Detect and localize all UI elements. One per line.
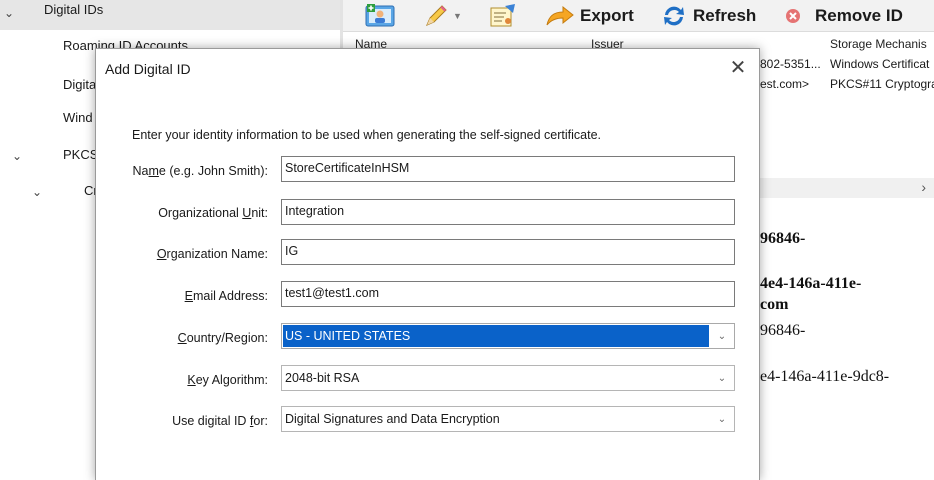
list-cell-issuer: 802-5351... [760,57,821,71]
country-select[interactable]: US - UNITED STATES ⌄ [281,323,735,349]
key-algorithm-value: 2048-bit RSA [285,371,360,385]
email-field[interactable]: test1@test1.com [281,281,735,307]
tree-item-label: Digita [63,77,97,92]
tree-item-label: Wind [63,110,93,125]
org-name-field[interactable]: IG [281,239,735,265]
name-field[interactable]: StoreCertificateInHSM [281,156,735,182]
detail-text: com [760,296,789,313]
detail-text: 96846- [760,230,806,247]
chevron-down-icon[interactable]: ⌄ [4,6,14,20]
remove-id-button[interactable]: Remove ID [783,0,903,32]
chevron-down-icon[interactable]: ⌄ [710,407,734,431]
list-cell-storage: PKCS#11 Cryptogra [830,77,934,91]
detail-text: 4e4-146a-411e- [760,275,862,292]
toolbar: ▼ Export Refresh Remove ID [343,0,934,32]
refresh-label: Refresh [693,6,757,25]
country-label: Country/Region: [177,331,268,345]
tree-item-label: PKCS [63,147,99,162]
remove-id-label: Remove ID [815,6,903,25]
chevron-down-icon[interactable]: ⌄ [710,366,734,390]
org-unit-field[interactable]: Integration [281,199,735,225]
certificate-icon [488,3,518,29]
close-icon[interactable]: ✕ [727,55,749,79]
country-value: US - UNITED STATES [285,329,411,343]
use-for-label: Use digital ID for: [172,414,268,428]
tree-item-digital-ids[interactable]: ⌄ Digital IDs [0,0,340,30]
key-algorithm-select[interactable]: 2048-bit RSA ⌄ [281,365,735,391]
add-id-icon [365,4,395,28]
dialog-title: Add Digital ID [105,61,191,77]
certificate-details-button[interactable] [488,0,518,32]
edit-id-button[interactable]: ▼ [423,0,462,32]
org-name-label: Organization Name: [156,247,268,261]
key-algorithm-label: Key Algorithm: [187,373,268,387]
org-unit-label: Organizational Unit: [158,206,268,220]
list-cell-issuer: est.com> [760,77,810,91]
dialog-instructions: Enter your identity information to be us… [132,128,602,142]
chevron-down-icon[interactable]: ⌄ [710,324,734,348]
refresh-button[interactable]: Refresh [661,0,756,32]
dropdown-arrow-icon[interactable]: ▼ [453,11,462,21]
detail-text: e4-146a-411e-9dc8- [760,368,890,385]
chevron-down-icon[interactable]: ⌄ [12,149,22,163]
list-cell-storage: Windows Certificat [830,57,930,71]
add-digital-id-dialog: Add Digital ID ✕ Enter your identity inf… [95,48,760,480]
add-id-button[interactable] [365,0,395,32]
tree-item-label: Digital IDs [44,2,104,17]
detail-text: 96846- [760,322,806,339]
name-label: Name (e.g. John Smith): [132,164,268,178]
refresh-icon [661,4,687,28]
export-label: Export [580,6,634,25]
column-header-storage[interactable]: Storage Mechanis [830,37,927,51]
use-for-select[interactable]: Digital Signatures and Data Encryption ⌄ [281,406,735,432]
use-for-value: Digital Signatures and Data Encryption [285,412,500,426]
remove-icon [783,6,803,26]
export-button[interactable]: Export [545,0,634,32]
export-arrow-icon [545,5,575,27]
pencil-icon [423,3,449,29]
chevron-down-icon[interactable]: ⌄ [32,185,42,199]
email-label: Email Address: [184,289,268,303]
scroll-right-icon[interactable]: › [921,179,926,195]
